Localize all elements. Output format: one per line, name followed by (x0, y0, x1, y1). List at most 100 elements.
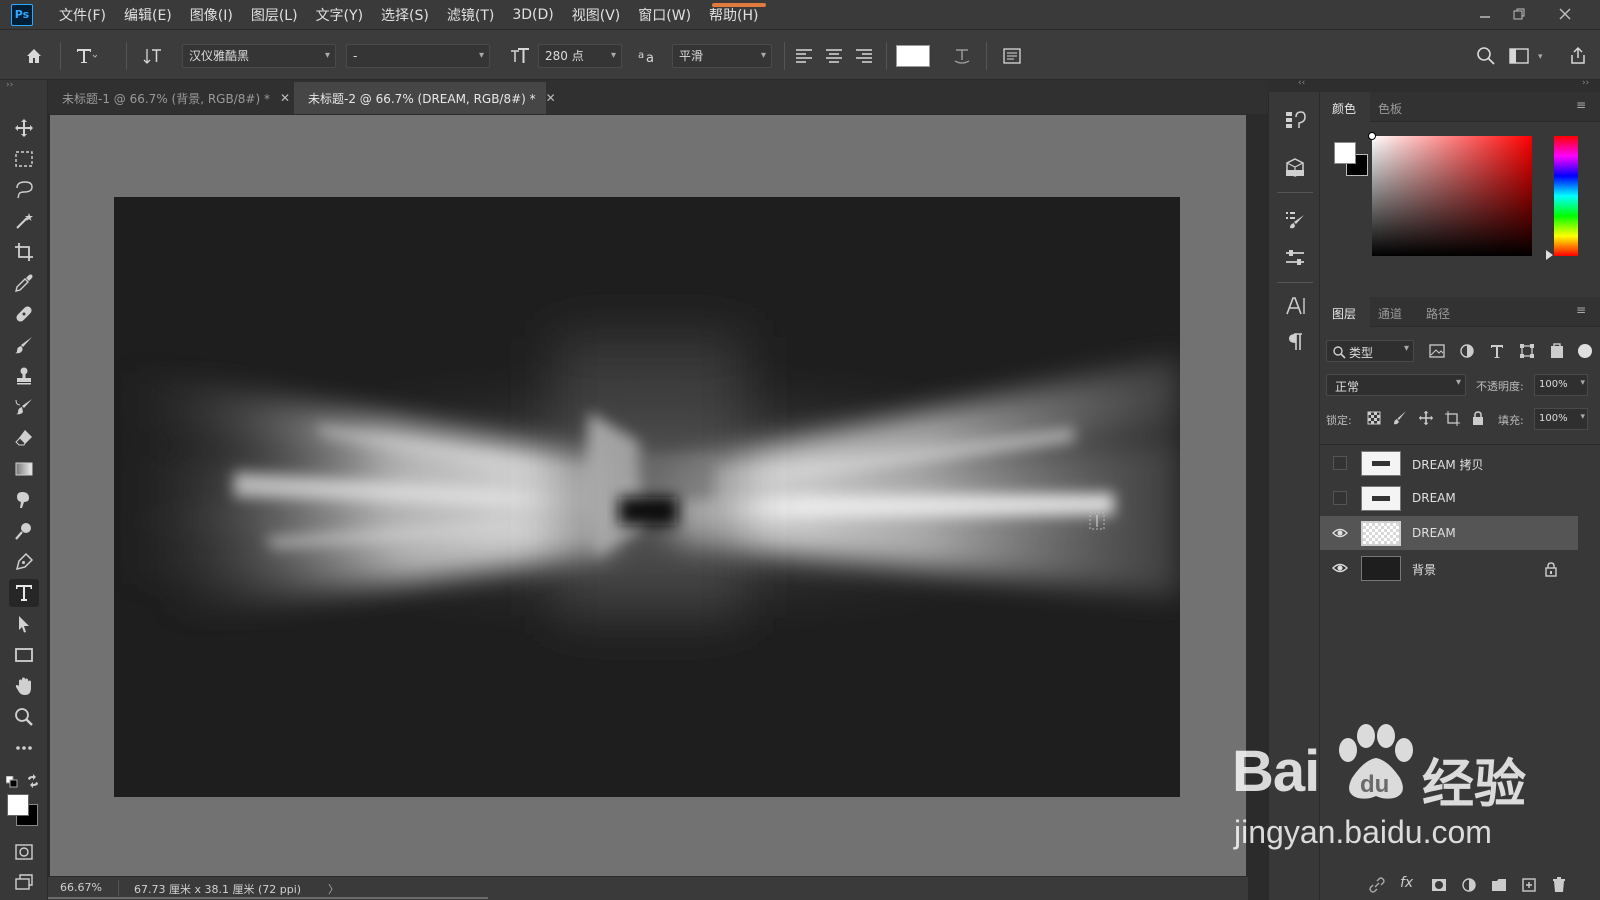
foreground-color-swatch[interactable] (7, 794, 29, 816)
menu-type[interactable]: 文字(Y) (316, 5, 363, 25)
align-right-icon[interactable] (850, 42, 878, 70)
new-group-icon[interactable] (1490, 876, 1508, 894)
document-canvas[interactable] (114, 197, 1180, 797)
tab-paths[interactable]: 路径 (1426, 305, 1450, 322)
horizontal-scrollbar[interactable] (48, 897, 488, 899)
visibility-toggle-off[interactable] (1333, 456, 1347, 470)
hue-slider-handle[interactable] (1546, 250, 1553, 260)
align-center-icon[interactable] (820, 42, 848, 70)
color-swatches[interactable] (1334, 142, 1370, 178)
menu-window[interactable]: 窗口(W) (638, 5, 691, 25)
hue-slider[interactable] (1554, 136, 1578, 256)
layer-name[interactable]: DREAM (1412, 526, 1456, 540)
layer-row-selected[interactable]: DREAM (1320, 516, 1578, 550)
layer-style-icon[interactable]: fx (1400, 875, 1413, 891)
layer-row[interactable]: DREAM 拷贝 (1320, 446, 1578, 480)
menu-filter[interactable]: 滤镜(T) (447, 5, 494, 25)
tab-swatches[interactable]: 色板 (1378, 100, 1402, 117)
eye-icon[interactable] (1332, 526, 1348, 540)
rectangle-tool-icon[interactable] (9, 641, 39, 669)
workspace-icon[interactable] (1506, 42, 1534, 70)
crop-tool-icon[interactable] (9, 238, 39, 266)
marquee-tool-icon[interactable] (9, 145, 39, 173)
visibility-toggle-off[interactable] (1333, 491, 1347, 505)
status-menu-arrow[interactable]: 〉 (328, 881, 339, 897)
photoshop-logo[interactable]: Ps (11, 3, 33, 26)
tab-layers[interactable]: 图层 (1332, 305, 1356, 322)
history-panel-icon[interactable] (1280, 106, 1310, 134)
history-brush-tool-icon[interactable] (9, 393, 39, 421)
clone-stamp-tool-icon[interactable] (9, 362, 39, 390)
lock-all-icon[interactable] (1470, 410, 1486, 426)
menu-image[interactable]: 图像(I) (190, 5, 233, 25)
collapse-left-icon[interactable]: ‹‹ (1298, 78, 1305, 88)
collapse-toolbar-icon[interactable]: ›› (6, 80, 13, 90)
filter-toggle-icon[interactable] (1578, 344, 1592, 358)
warp-text-icon[interactable] (948, 42, 976, 70)
dodge-tool-icon[interactable] (9, 517, 39, 545)
hand-tool-icon[interactable] (9, 672, 39, 700)
path-selection-tool-icon[interactable] (9, 610, 39, 638)
close-tab-icon[interactable]: ✕ (546, 91, 556, 105)
menu-3d[interactable]: 3D(D) (512, 7, 553, 23)
panel-menu-icon[interactable]: ≡ (1576, 98, 1586, 112)
menu-view[interactable]: 视图(V) (572, 5, 621, 25)
tab-document-2[interactable]: 未标题-2 @ 66.7% (DREAM, RGB/8#) * ✕ (294, 82, 556, 114)
text-color-swatch[interactable] (896, 45, 930, 67)
tab-color[interactable]: 颜色 (1332, 100, 1356, 117)
filter-shape-icon[interactable] (1518, 342, 1536, 360)
brush-tool-icon[interactable] (9, 331, 39, 359)
gradient-tool-icon[interactable] (9, 455, 39, 483)
collapse-right-icon[interactable]: ›› (1582, 78, 1589, 88)
antialias-select[interactable]: 平滑 ▾ (672, 44, 772, 68)
lasso-tool-icon[interactable] (9, 176, 39, 204)
type-tool-icon[interactable] (9, 579, 39, 607)
brush-settings-icon[interactable] (1280, 206, 1310, 234)
smudge-tool-icon[interactable] (9, 486, 39, 514)
lock-transparent-icon[interactable] (1366, 410, 1382, 426)
layer-filter-select[interactable]: 类型 ▾ (1326, 340, 1414, 362)
more-tools-icon[interactable] (9, 734, 39, 762)
magic-wand-tool-icon[interactable] (9, 207, 39, 235)
eye-icon[interactable] (1332, 561, 1348, 575)
minimize-icon[interactable] (1468, 0, 1502, 28)
blend-mode-select[interactable]: 正常 ▾ (1326, 374, 1466, 396)
lock-icon[interactable] (1544, 561, 1558, 577)
layer-name[interactable]: 背景 (1412, 561, 1436, 578)
new-adjustment-layer-icon[interactable] (1460, 876, 1478, 894)
pen-tool-icon[interactable] (9, 548, 39, 576)
menu-select[interactable]: 选择(S) (381, 5, 429, 25)
color-picker-handle[interactable] (1368, 132, 1376, 140)
menu-file[interactable]: 文件(F) (59, 5, 106, 25)
delete-layer-icon[interactable] (1550, 876, 1568, 894)
menu-help[interactable]: 帮助(H) (709, 5, 758, 25)
move-tool-icon[interactable] (9, 114, 39, 142)
home-icon[interactable] (20, 42, 48, 70)
filter-adjustment-icon[interactable] (1458, 342, 1476, 360)
add-mask-icon[interactable] (1430, 876, 1448, 894)
zoom-level[interactable]: 66.67% (60, 881, 102, 894)
share-icon[interactable] (1564, 42, 1592, 70)
tab-channels[interactable]: 通道 (1378, 305, 1402, 322)
close-tab-icon[interactable]: ✕ (280, 91, 290, 105)
filter-smart-object-icon[interactable] (1548, 342, 1566, 360)
menu-edit[interactable]: 编辑(E) (124, 5, 172, 25)
panel-menu-icon[interactable]: ≡ (1576, 303, 1586, 317)
layer-row[interactable]: 背景 (1320, 551, 1578, 585)
font-family-select[interactable]: 汉仪雅酷黑 ▾ (182, 44, 336, 68)
screen-mode-icon[interactable] (9, 868, 39, 896)
eraser-tool-icon[interactable] (9, 424, 39, 452)
default-colors-icon[interactable] (5, 775, 18, 788)
adjustments-panel-icon[interactable] (1280, 244, 1310, 272)
canvas-workspace[interactable] (50, 115, 1246, 877)
font-style-select[interactable]: - ▾ (346, 44, 490, 68)
healing-brush-tool-icon[interactable] (9, 300, 39, 328)
restore-icon[interactable] (1502, 0, 1536, 28)
eyedropper-tool-icon[interactable] (9, 269, 39, 297)
lock-pixels-icon[interactable] (1392, 410, 1408, 426)
align-left-icon[interactable] (790, 42, 818, 70)
character-panel-icon[interactable] (998, 42, 1026, 70)
font-size-select[interactable]: 280 点 ▾ (538, 44, 622, 68)
lock-artboard-icon[interactable] (1444, 410, 1460, 426)
type-tool-preset-icon[interactable] (72, 42, 100, 70)
